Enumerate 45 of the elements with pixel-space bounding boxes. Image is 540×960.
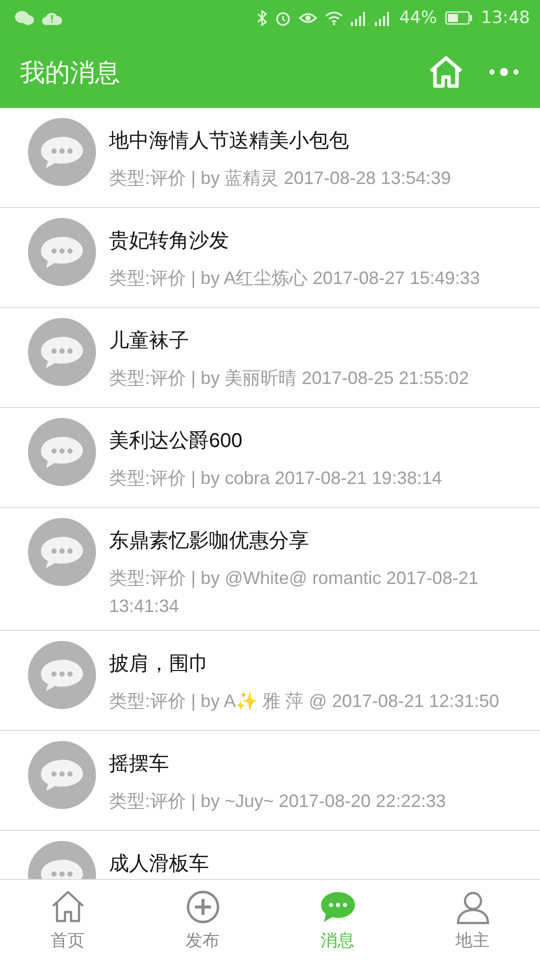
clock-time: 13:48 [481, 8, 530, 28]
cloud-alert-icon [42, 11, 62, 25]
chat-bubble-icon [28, 418, 96, 486]
home-icon[interactable] [428, 56, 464, 88]
wifi-icon [325, 11, 344, 25]
eye-icon [299, 11, 318, 25]
chat-bubble-icon [28, 318, 96, 386]
message-item[interactable]: 贵妃转角沙发 类型:评价 | by A红尘炼心 2017-08-27 15:49:33 [0, 208, 540, 308]
message-title: 摇摆车 [109, 752, 170, 777]
message-title: 贵妃转角沙发 [109, 229, 230, 254]
home-icon [50, 888, 86, 924]
message-meta: 类型:评价 | by @White@ romantic 2017-08-21 13:41:34 [109, 567, 480, 618]
page-title: 我的消息 [20, 56, 121, 88]
chat-icon [14, 10, 34, 26]
message-item[interactable]: 儿童袜子 类型:评价 | by 美丽昕晴 2017-08-25 21:55:02 [0, 308, 540, 408]
message-title: 成人滑板车 [109, 852, 209, 877]
chat-bubble-icon [28, 218, 96, 286]
signal-icon [351, 10, 368, 26]
message-meta: 类型:评价 | by A红尘炼心 2017-08-27 15:49:33 [109, 267, 480, 290]
chat-bubble-icon [28, 518, 96, 586]
message-title: 披肩，围巾 [109, 652, 210, 677]
message-item[interactable]: 披肩，围巾 类型:评价 | by A✨ 雅 萍 @ 2017-08-21 12:31:50 [0, 631, 540, 731]
message-item[interactable]: 摇摆车 类型:评价 | by ~Juy~ 2017-08-20 22:22:33 [0, 731, 540, 831]
message-title: 儿童袜子 [109, 329, 190, 354]
battery-percent: 44% [399, 8, 437, 28]
signal-icon [375, 10, 392, 26]
plus-circle-icon [184, 888, 220, 924]
chat-bubble-icon [28, 741, 96, 809]
message-item[interactable]: 地中海情人节送精美小包包 类型:评价 | by 蓝精灵 2017-08-28 13:54:39 [0, 108, 540, 208]
battery-icon [445, 11, 473, 25]
chat-bubble-icon [28, 118, 96, 186]
message-title: 东鼎素忆影咖优惠分享 [109, 529, 310, 554]
message-meta: 类型:评价 | by A✨ 雅 萍 @ 2017-08-21 12:31:50 [109, 690, 500, 713]
chat-bubble-icon [28, 641, 96, 709]
message-meta: 类型:评价 | by cobra 2017-08-21 19:38:14 [109, 467, 442, 490]
message-title: 美利达公爵600 [109, 429, 244, 454]
more-icon[interactable] [488, 66, 520, 78]
message-meta: 类型:评价 | by ~Juy~ 2017-08-20 22:22:33 [109, 790, 446, 813]
message-meta: 类型:评价 | by 蓝精灵 2017-08-28 13:54:39 [109, 167, 451, 190]
message-title: 地中海情人节送精美小包包 [109, 129, 350, 154]
message-item[interactable]: 东鼎素忆影咖优惠分享 类型:评价 | by @White@ romantic 2017-08-21 13:41:34 [0, 508, 540, 631]
message-meta: 类型:评价 | by 美丽昕晴 2017-08-25 21:55:02 [109, 367, 469, 390]
alarm-icon [275, 10, 292, 26]
bluetooth-icon [257, 10, 268, 26]
message-item[interactable]: 美利达公爵600 类型:评价 | by cobra 2017-08-21 19:38:14 [0, 408, 540, 508]
